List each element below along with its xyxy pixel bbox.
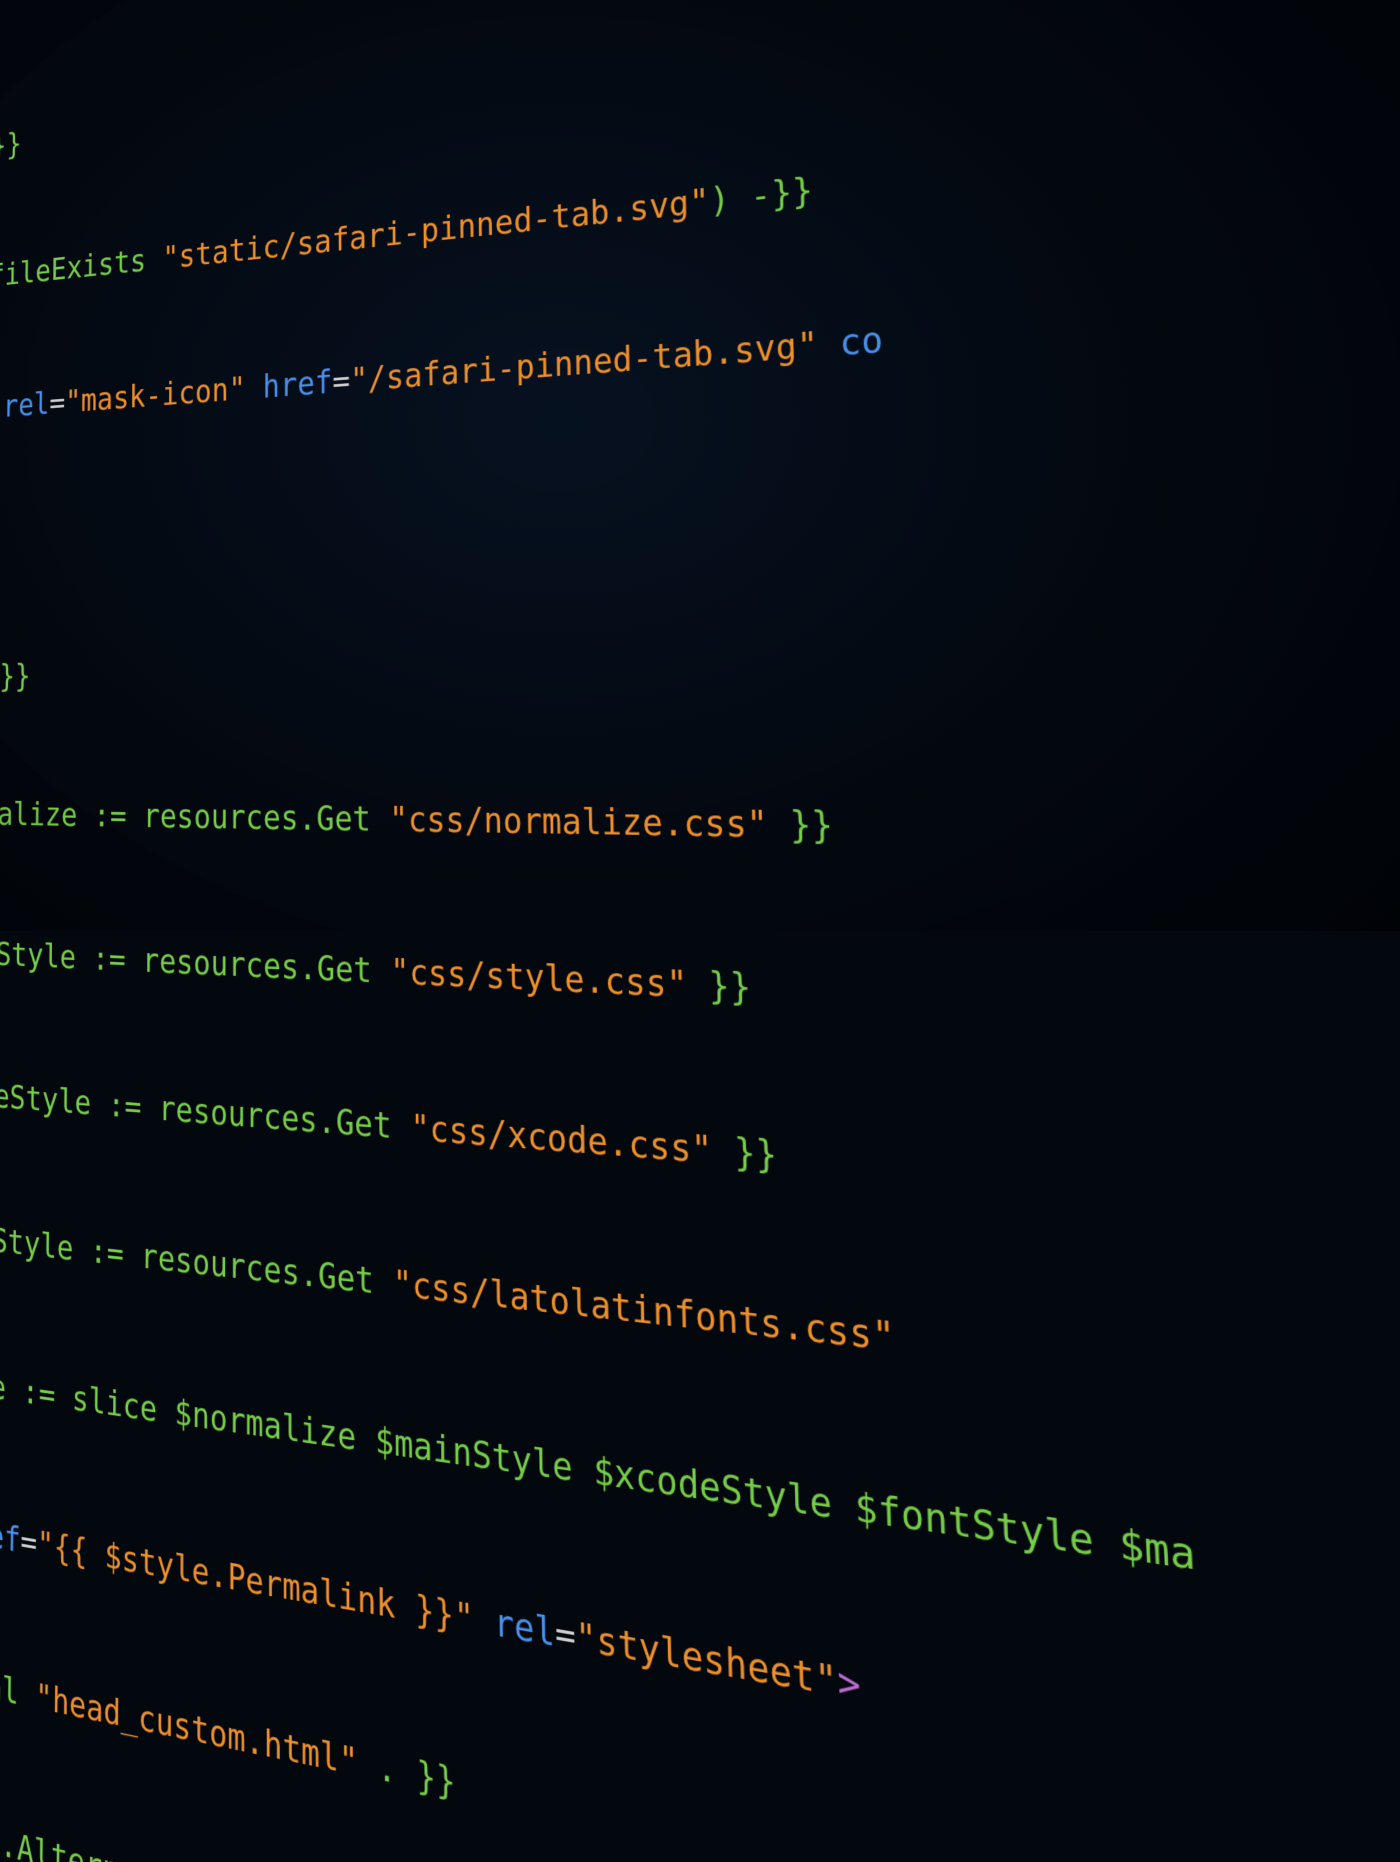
code-eq: = <box>555 1611 576 1659</box>
code-text: xcodeStyle := resources.Get <box>0 1073 411 1148</box>
code-text: ange .AlternativeOutputFormats -}} <box>0 1804 540 1862</box>
code-tag: > <box>837 1659 862 1710</box>
code-text <box>246 369 263 407</box>
code-string: "css/latolatinfonts.css" <box>393 1263 896 1361</box>
code-text: }} <box>687 964 752 1010</box>
code-text: f (fileExists <box>0 241 163 299</box>
code-text: artial <box>0 1653 36 1716</box>
code-string: "mask-icon" <box>65 370 246 420</box>
code-attr: rel <box>494 1601 556 1656</box>
code-text: mainStyle := resources.Get <box>0 933 391 992</box>
code-string: "css/style.css" <box>390 952 688 1007</box>
code-string: "stylesheet" <box>575 1615 838 1706</box>
code-eq: = <box>20 1521 37 1564</box>
code-eq: = <box>49 385 65 422</box>
code-text: }} <box>767 804 833 848</box>
code-string: "{{ $style.Permalink }}" <box>37 1524 474 1641</box>
code-string: "/safari-pinned-tab.svg" <box>350 325 819 400</box>
code-text: normalize := resources.Get <box>0 796 389 840</box>
code-text <box>474 1598 495 1645</box>
code-line-6: mainStyle := resources.Get "css/style.cs… <box>0 931 1400 1076</box>
code-text: ) -}} <box>709 170 814 221</box>
code-text: co <box>817 319 883 365</box>
code-string: "head_custom.html" <box>35 1676 358 1785</box>
code-eq: = <box>332 362 350 401</box>
code-text: fontStyle := resources.Get <box>0 1215 393 1305</box>
code-editor-viewport: d -}} f (fileExists "static/safari-pinne… <box>0 0 1400 931</box>
code-line-4: nd -}} <box>0 614 1400 699</box>
code-text: nd -}} <box>0 658 31 695</box>
code-line-5: normalize := resources.Get "css/normaliz… <box>0 793 1400 873</box>
code-string: "css/xcode.css" <box>410 1107 713 1172</box>
code-text: d -}} <box>0 126 22 170</box>
code-sheet: d -}} f (fileExists "static/safari-pinne… <box>0 0 1400 1862</box>
code-string: "css/normalize.css" <box>389 800 768 846</box>
code-line-8: fontStyle := resources.Get "css/latolati… <box>0 1212 1400 1495</box>
code-line-2: f (fileExists "static/safari-pinned-tab.… <box>0 47 1400 302</box>
code-attr: href <box>263 363 333 405</box>
code-blank-1 <box>0 421 1400 565</box>
code-text: . }} <box>358 1741 456 1805</box>
code-attr: rel <box>3 386 50 425</box>
code-text: }} <box>712 1129 778 1178</box>
code-attr: href <box>0 1510 21 1561</box>
code-string: "static/safari-pinned-tab.svg" <box>162 182 709 277</box>
